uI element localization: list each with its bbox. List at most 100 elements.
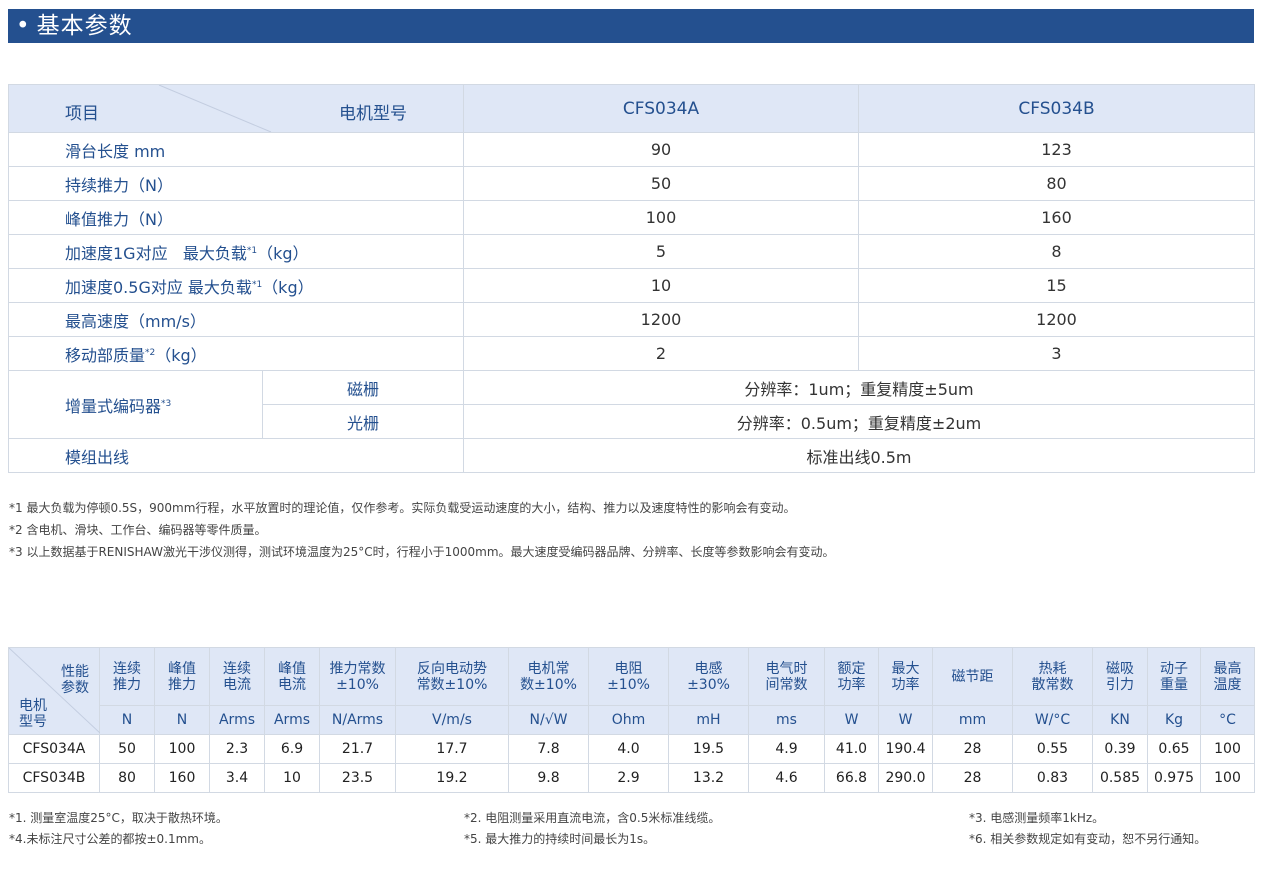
cell-value: 41.0 <box>824 734 879 764</box>
cell-value: 190.4 <box>878 734 933 764</box>
footnote: *4.未标注尺寸公差的都按±0.1mm。 <box>9 832 211 846</box>
row-label: 峰值推力（N） <box>8 200 464 235</box>
header-model-b: CFS034B <box>858 84 1255 133</box>
corner-text: 型号 <box>19 714 47 730</box>
corner-text: 电机 <box>19 698 47 714</box>
table-row: 峰值推力（N） 100 160 <box>8 200 1255 235</box>
cell-value: 9.8 <box>508 763 589 793</box>
cell-value: 2 <box>463 336 859 371</box>
cell-value: 28 <box>932 763 1013 793</box>
cell-value: 19.5 <box>668 734 749 764</box>
header-text: 引力 <box>1106 676 1134 693</box>
footnote-mark: *1 <box>246 245 258 256</box>
table-row: 持续推力（N） 50 80 <box>8 166 1255 201</box>
basic-params-table: 项目 电机型号 CFS034A CFS034B 滑台长度 mm 90 123 持… <box>8 84 1255 473</box>
cell-value: 2.9 <box>588 763 669 793</box>
cell-value: 90 <box>463 132 859 167</box>
encoder-optical-label: 光栅 <box>262 404 464 439</box>
header-text: 推力常数 <box>329 660 386 677</box>
column-header: 磁吸 引力 <box>1092 647 1148 706</box>
cell-value: 0.585 <box>1092 763 1148 793</box>
encoder-magnetic-value: 分辨率：1um；重复精度±5um <box>463 370 1255 405</box>
header-diagonal-cell: 项目 电机型号 <box>8 84 464 133</box>
row-label: 加速度0.5G对应 最大负载*1（kg） <box>8 268 464 303</box>
label-unit: （kg） <box>262 277 314 297</box>
header-text: 常数±10% <box>416 676 488 693</box>
unit-cell: Kg <box>1147 705 1201 735</box>
column-header: 动子 重量 <box>1147 647 1201 706</box>
column-header: 峰值 电流 <box>264 647 320 706</box>
section-title: 基本参数 <box>36 13 133 39</box>
units-row: N N Arms Arms N/Arms V/m/s N/√W Ohm mH ms W Wmm W/°C… <box>9 705 1255 735</box>
cell-value: 0.83 <box>1012 763 1093 793</box>
header-text: 动子 <box>1160 660 1188 677</box>
unit-cell: KN <box>1092 705 1148 735</box>
unit-cell: N <box>99 705 155 735</box>
cell-value: 4.9 <box>748 734 825 764</box>
cell-value: 160 <box>154 763 210 793</box>
header-text: 电阻 <box>614 660 643 677</box>
cell-value: 2.3 <box>209 734 265 764</box>
header-text: 功率 <box>837 676 866 693</box>
header-text: 重量 <box>1160 676 1188 693</box>
cell-value: 3 <box>858 336 1255 371</box>
cell-value: 66.8 <box>824 763 879 793</box>
cell-value: 4.6 <box>748 763 825 793</box>
corner-bottom-label: 电机 型号 <box>19 698 47 730</box>
header-text: 磁节距 <box>951 668 994 685</box>
header-text: 电气时 <box>765 660 808 677</box>
header-text: 连续 <box>223 660 251 677</box>
table-row: CFS034B 80 160 3.4 10 23.5 19.2 9.8 2.9 13.2 4.6 66… <box>8 763 1255 793</box>
header-text: 热耗 <box>1038 660 1067 677</box>
label-unit: （kg） <box>155 345 207 365</box>
cell-value: 1200 <box>463 302 859 337</box>
cell-value: 8 <box>858 234 1255 269</box>
header-text: ±30% <box>687 676 730 693</box>
unit-cell: V/m/s <box>395 705 509 735</box>
corner-diagonal-cell: 性能 参数 电机 型号 <box>8 647 100 735</box>
unit-cell: W/°C <box>1012 705 1093 735</box>
cell-value: 160 <box>858 200 1255 235</box>
header-text: 电机常 <box>527 660 570 677</box>
header-text: 功率 <box>891 676 920 693</box>
footnote: *2 含电机、滑块、工作台、编码器等零件质量。 <box>9 523 267 537</box>
cell-value: 100 <box>463 200 859 235</box>
footnote-mark: *2 <box>145 347 156 358</box>
unit-cell: N/√W <box>508 705 589 735</box>
label-text: 移动部质量 <box>65 345 146 365</box>
table2-notes-col3: *3. 电感测量频率1kHz。 *6. 相关参数规定如有变动，恕不另行通知。 <box>969 808 1206 850</box>
table-row: 模组出线 标准出线0.5m <box>8 438 1255 473</box>
cell-value: 50 <box>463 166 859 201</box>
header-text: 峰值 <box>278 660 306 677</box>
cell-value: 6.9 <box>264 734 320 764</box>
cell-value: 7.8 <box>508 734 589 764</box>
header-text: 电流 <box>278 676 306 693</box>
cell-value: 10 <box>264 763 320 793</box>
cell-value: 0.975 <box>1147 763 1201 793</box>
column-header: 峰值 推力 <box>154 647 210 706</box>
column-header: 最高 温度 <box>1200 647 1255 706</box>
cell-value: 17.7 <box>395 734 509 764</box>
label-text: 加速度1G对应 最大负载 <box>65 243 247 263</box>
row-label: 模组出线 <box>8 438 464 473</box>
header-model-label: 电机型号 <box>339 104 407 124</box>
unit-cell: °C <box>1200 705 1255 735</box>
cell-value: 290.0 <box>878 763 933 793</box>
unit-cell: Arms <box>264 705 320 735</box>
row-label: 移动部质量*2（kg） <box>8 336 464 371</box>
column-header: 反向电动势 常数±10% <box>395 647 509 706</box>
footnote: *1 最大负载为停顿0.5S，900mm行程，水平放置时的理论值，仅作参考。实际… <box>9 501 796 515</box>
table-row: 滑台长度 mm 90 123 <box>8 132 1255 167</box>
footnote: *5. 最大推力的持续时间最长为1s。 <box>464 832 656 846</box>
header-text: 磁吸 <box>1106 660 1134 677</box>
motor-params-table: 性能 参数 电机 型号 连续 推力 峰值 推力 连续电流 峰值 电流 推力 常数 ±10% 反向电动势常… <box>8 647 1255 793</box>
row-label: 持续推力（N） <box>8 166 464 201</box>
corner-text: 参数 <box>61 680 89 696</box>
unit-cell: N/Arms <box>319 705 396 735</box>
cell-value: 10 <box>463 268 859 303</box>
column-header: 电气时 间常数 <box>748 647 825 706</box>
header-text: 推力 <box>168 676 196 693</box>
unit-cell: Ohm <box>588 705 669 735</box>
column-header: 连续 推力 <box>99 647 155 706</box>
bullet-icon: • <box>16 13 31 39</box>
